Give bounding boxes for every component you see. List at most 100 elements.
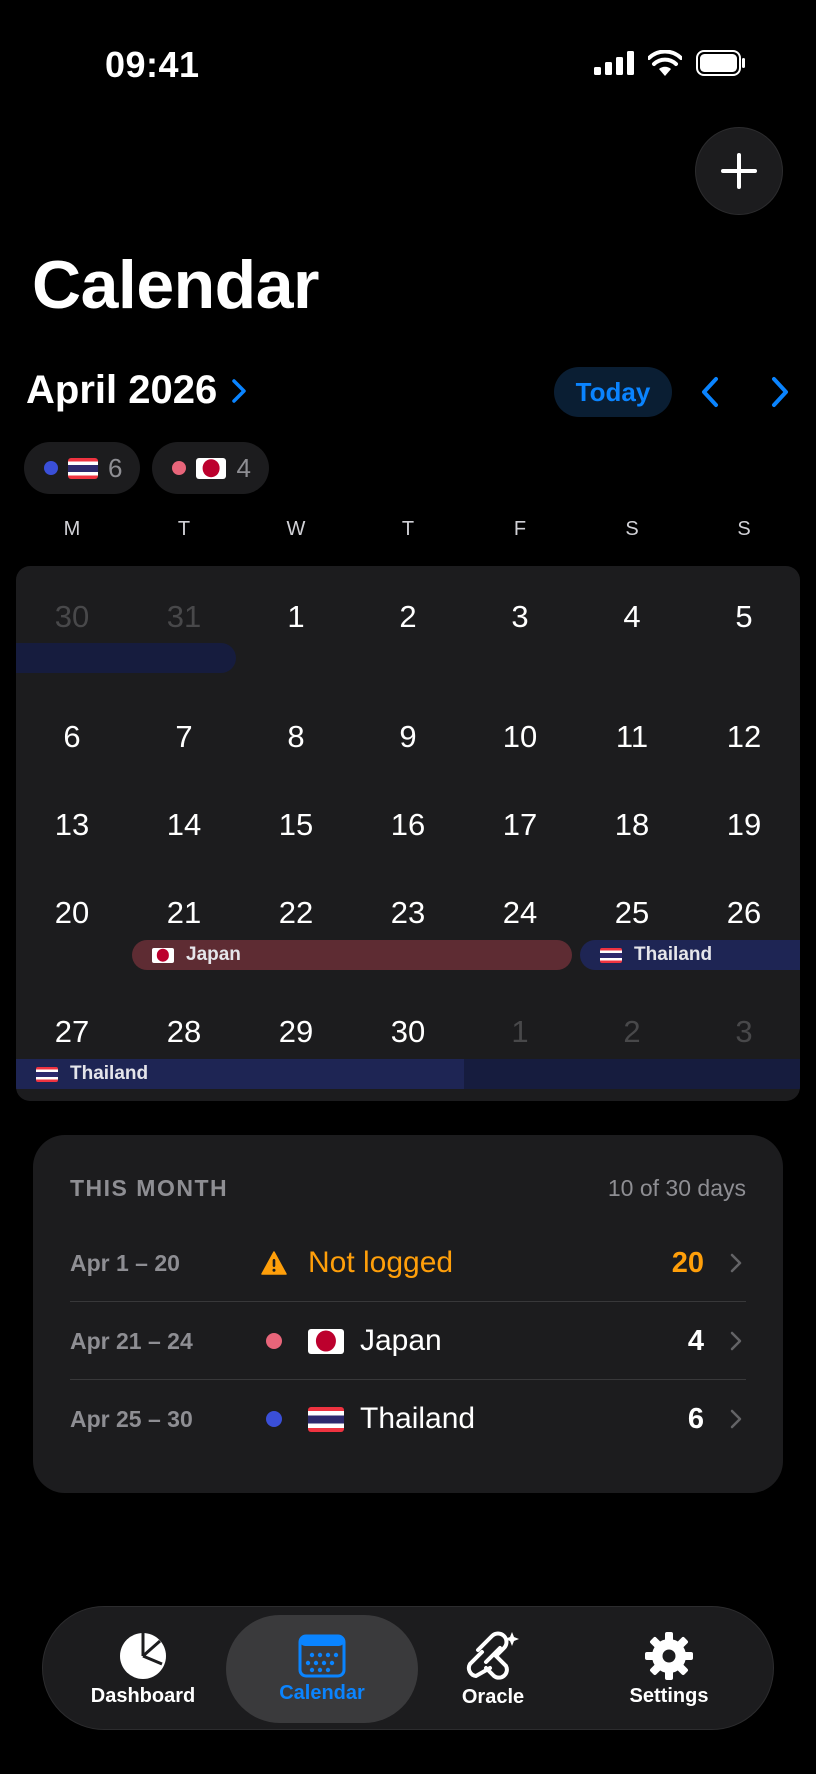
trip-bar-label: Japan <box>186 944 241 965</box>
calendar-day[interactable]: 4 <box>576 582 688 652</box>
trip-bar-label: Thailand <box>70 1063 149 1084</box>
calendar-day[interactable]: 6 <box>16 702 128 772</box>
today-button[interactable]: Today <box>554 367 672 417</box>
tab-calendar[interactable]: Calendar <box>226 1615 418 1723</box>
calendar-day[interactable]: 16 <box>352 790 464 860</box>
calendar-day[interactable]: 29 <box>240 997 352 1067</box>
chevron-right-icon <box>730 1253 746 1273</box>
calendar-day[interactable]: 11 <box>576 702 688 772</box>
summary-row-name: Japan <box>360 1324 442 1357</box>
calendar-day[interactable]: 31 <box>128 582 240 652</box>
warning-icon <box>260 1251 288 1275</box>
thailand-flag-icon <box>600 947 622 963</box>
plus-icon <box>721 153 757 189</box>
tab-label: Oracle <box>461 1685 525 1708</box>
trip-bar-label: Thailand <box>634 944 713 965</box>
calendar-week: 27 28 29 30 1 2 3 <box>16 997 800 1067</box>
calendar-day[interactable]: 17 <box>464 790 576 860</box>
chevron-right-icon <box>772 377 788 407</box>
calendar-day[interactable]: 5 <box>688 582 800 652</box>
month-picker[interactable]: April 2026 <box>26 368 247 413</box>
tab-oracle[interactable]: Oracle <box>405 1615 581 1723</box>
chip-thailand[interactable]: 6 <box>24 442 141 494</box>
summary-row-japan[interactable]: Apr 21 – 24 Japan 4 <box>70 1302 746 1380</box>
summary-row-name: Thailand <box>360 1402 476 1435</box>
chip-count: 6 <box>108 452 123 483</box>
trip-bar-japan[interactable]: Japan <box>132 940 572 970</box>
thailand-flag-icon <box>68 457 98 479</box>
next-month-button[interactable] <box>760 372 800 412</box>
country-summary-chips: 6 4 <box>24 442 269 494</box>
chip-japan[interactable]: 4 <box>152 442 269 494</box>
this-month-card: THIS MONTH 10 of 30 days Apr 1 – 20 Not … <box>33 1135 783 1493</box>
summary-row-range: Apr 1 – 20 <box>70 1249 180 1276</box>
tab-bar: Dashboard Calendar Oracle Settings <box>42 1606 774 1730</box>
weekday-label: S <box>625 518 639 540</box>
calendar-day[interactable]: 14 <box>128 790 240 860</box>
next-month-trip-bar[interactable] <box>464 1059 800 1089</box>
calendar-day[interactable]: 13 <box>16 790 128 860</box>
calendar-day[interactable]: 20 <box>16 878 128 948</box>
calendar-day[interactable]: 3 <box>688 997 800 1067</box>
previous-month-button[interactable] <box>690 372 730 412</box>
calendar-day[interactable]: 26 <box>688 878 800 948</box>
calendar-day[interactable]: 21 <box>128 878 240 948</box>
oracle-icon <box>466 1631 519 1680</box>
page-title: Calendar <box>32 247 320 323</box>
calendar-day[interactable]: 2 <box>576 997 688 1067</box>
calendar-week: 20 21 22 23 24 25 26 <box>16 878 800 948</box>
chevron-right-icon <box>730 1409 746 1429</box>
pie-chart-icon <box>120 1632 166 1679</box>
calendar-day[interactable]: 27 <box>16 997 128 1067</box>
calendar-day[interactable]: 10 <box>464 702 576 772</box>
status-icons <box>594 50 746 76</box>
weekday-header: M T W T F S S <box>16 518 800 541</box>
tab-dashboard[interactable]: Dashboard <box>55 1615 231 1723</box>
calendar-icon <box>298 1634 346 1677</box>
calendar-week: 30 31 1 2 3 4 5 <box>16 582 800 652</box>
this-month-summary: 10 of 30 days <box>607 1175 746 1201</box>
month-label: April 2026 <box>26 368 218 412</box>
calendar-day[interactable]: 30 <box>352 997 464 1067</box>
calendar-day[interactable]: 9 <box>352 702 464 772</box>
calendar-day[interactable]: 23 <box>352 878 464 948</box>
weekday-label: M <box>63 518 81 540</box>
tab-settings[interactable]: Settings <box>581 1615 757 1723</box>
calendar-day[interactable]: 30 <box>16 582 128 652</box>
calendar-day[interactable]: 3 <box>464 582 576 652</box>
calendar-day[interactable]: 7 <box>128 702 240 772</box>
calendar-day[interactable]: 22 <box>240 878 352 948</box>
status-time: 09:41 <box>105 44 200 85</box>
summary-row-thailand[interactable]: Apr 25 – 30 Thailand 6 <box>70 1380 746 1458</box>
japan-dot <box>266 1333 282 1349</box>
calendar-week: 6 7 8 9 10 11 12 <box>16 702 800 772</box>
gear-icon <box>645 1631 693 1680</box>
calendar-day[interactable]: 18 <box>576 790 688 860</box>
summary-row-count: 20 <box>671 1246 704 1279</box>
add-trip-button[interactable] <box>695 127 783 215</box>
this-month-title: THIS MONTH <box>70 1175 229 1201</box>
status-bar: 09:41 <box>0 0 816 130</box>
summary-row-name-wrap: Japan <box>308 1324 688 1358</box>
calendar-day[interactable]: 19 <box>688 790 800 860</box>
calendar-day[interactable]: 8 <box>240 702 352 772</box>
trip-bar-thailand[interactable]: Thailand <box>16 1059 464 1089</box>
tab-label: Dashboard <box>90 1684 196 1707</box>
calendar-day[interactable]: 28 <box>128 997 240 1067</box>
this-month-header: THIS MONTH 10 of 30 days <box>70 1175 746 1202</box>
calendar-day[interactable]: 15 <box>240 790 352 860</box>
calendar-day[interactable]: 25 <box>576 878 688 948</box>
tab-label: Calendar <box>279 1681 365 1704</box>
summary-row-count: 6 <box>687 1402 704 1435</box>
weekday-label: W <box>286 518 306 540</box>
prior-month-trip-bar[interactable] <box>16 643 236 673</box>
trip-bar-thailand[interactable]: Thailand <box>580 940 800 970</box>
summary-row-name-wrap: Thailand <box>308 1402 688 1436</box>
calendar-day[interactable]: 24 <box>464 878 576 948</box>
summary-row-not-logged[interactable]: Apr 1 – 20 Not logged 20 <box>70 1224 746 1302</box>
calendar-day[interactable]: 1 <box>464 997 576 1067</box>
chip-count: 4 <box>236 452 251 483</box>
calendar-day[interactable]: 2 <box>352 582 464 652</box>
calendar-day[interactable]: 1 <box>240 582 352 652</box>
calendar-day[interactable]: 12 <box>688 702 800 772</box>
